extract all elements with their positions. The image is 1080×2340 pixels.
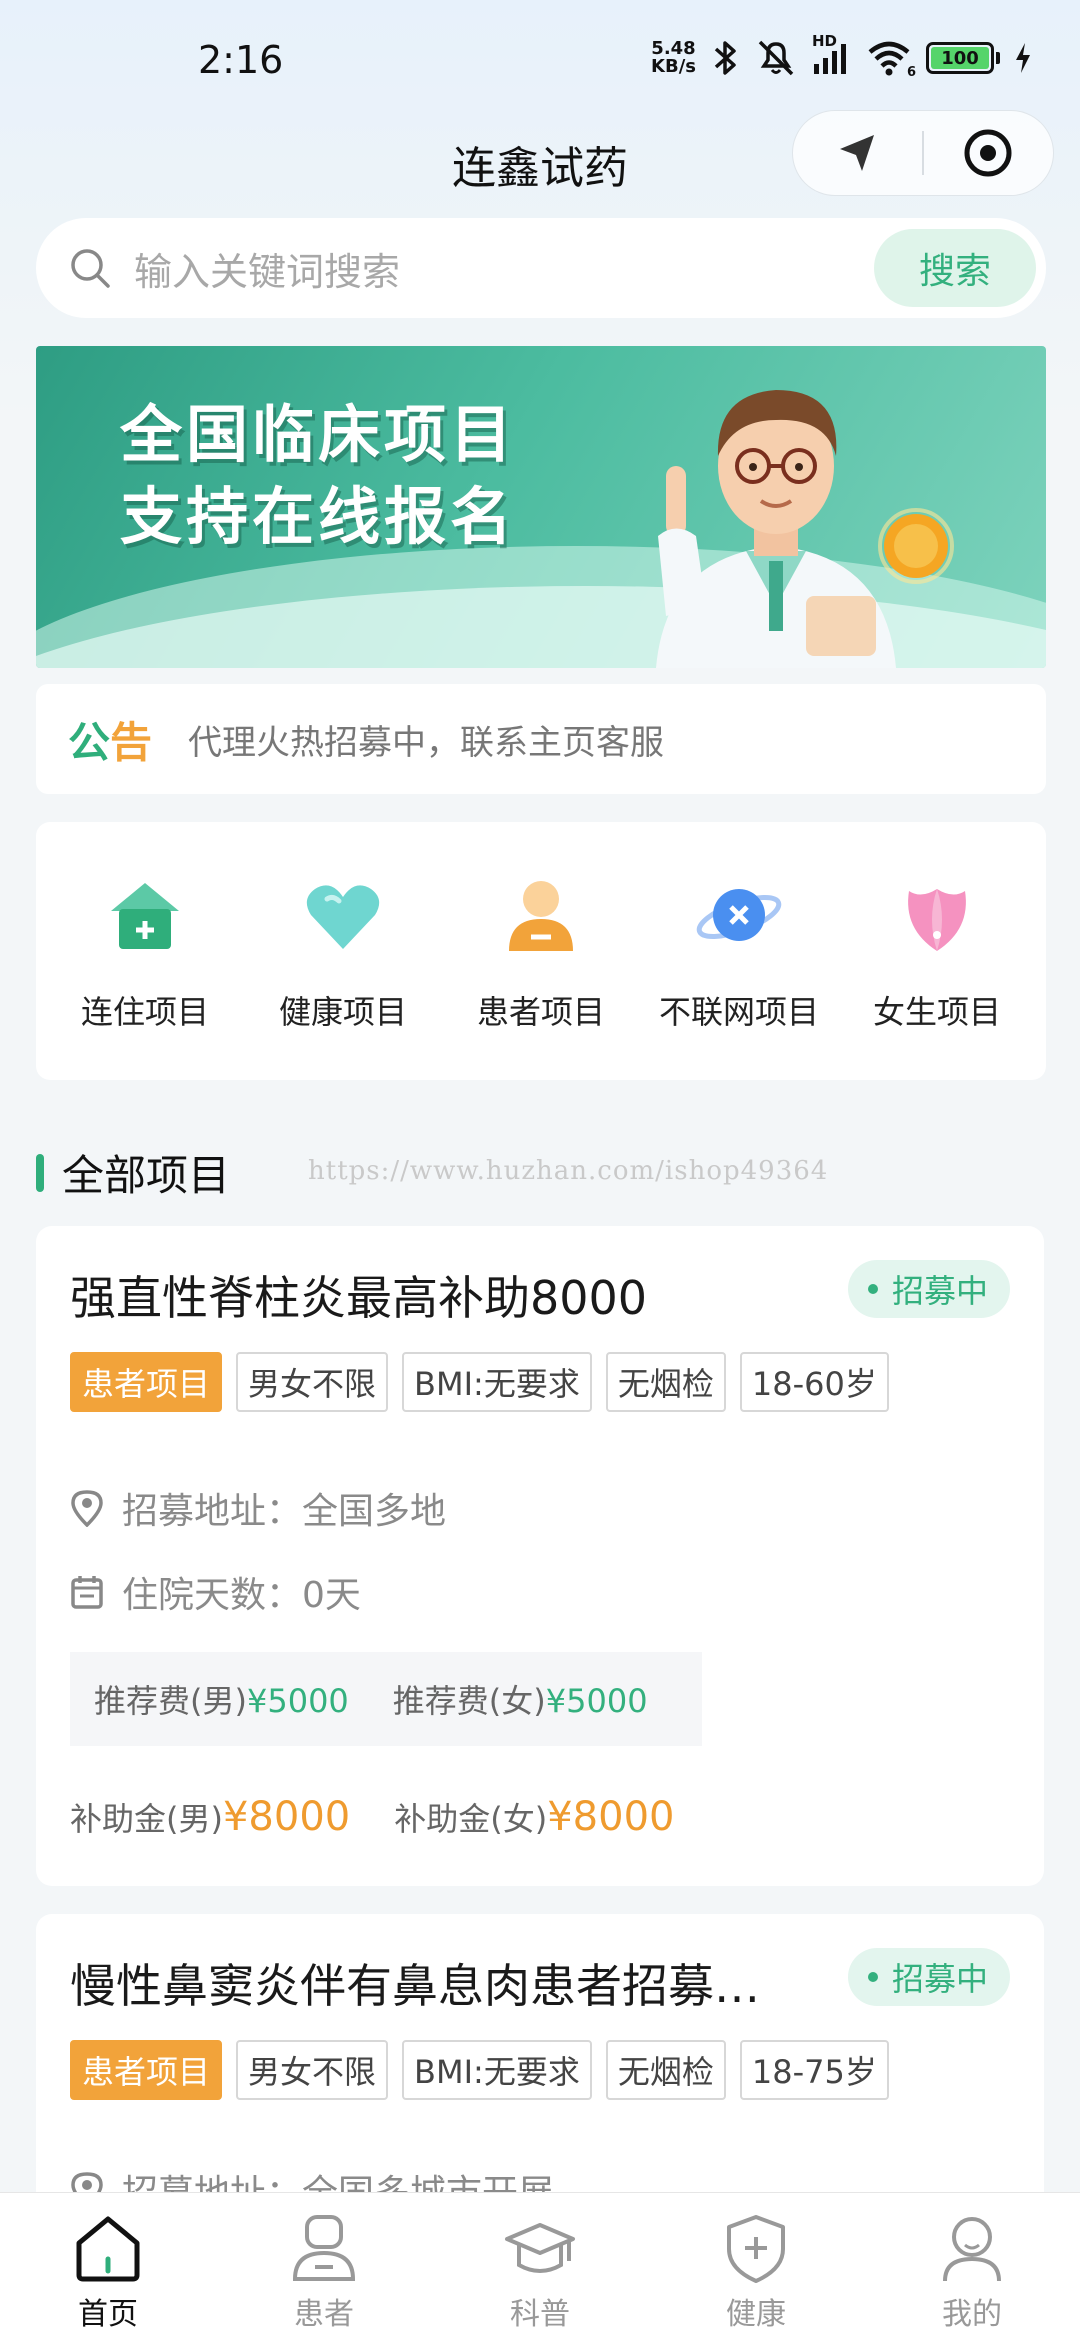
category-label: 健康项目 [278, 993, 407, 1031]
category-label: 连住项目 [80, 993, 209, 1031]
cell-signal: HD [812, 32, 852, 78]
battery-level: 100 [931, 47, 989, 69]
patient-icon [509, 881, 573, 951]
address-row: 招募地址： 全国多地 [70, 1482, 446, 1534]
status-badge: 招募中 [847, 1948, 1010, 2006]
status-badge: 招募中 [847, 1260, 1010, 1318]
battery: 100 [926, 42, 1000, 74]
planet-x-icon [696, 889, 782, 941]
search-icon [71, 249, 110, 288]
tag-smoking: 无烟检 [605, 2040, 726, 2100]
tag-smoking: 无烟检 [605, 1352, 726, 1412]
status-icons: 5.48 KB/s HD 6 100 [651, 32, 1032, 80]
wifi-icon [868, 41, 910, 76]
heart-icon [306, 885, 380, 949]
calendar-icon [71, 1576, 103, 1609]
search-bar[interactable]: 输入关键词搜索 搜索 [36, 218, 1046, 318]
doctor-illustration [656, 390, 896, 668]
banner-text: 全国临床项目 支持在线报名 [120, 394, 516, 558]
target-icon [964, 129, 1012, 177]
shield-plus-icon [727, 2215, 785, 2283]
project-card[interactable]: 强直性脊柱炎最高补助8000 招募中 患者项目 男女不限 BMI:无要求 无烟检… [36, 1226, 1044, 1886]
banner-line-2: 支持在线报名 [120, 480, 517, 553]
tag-age: 18-75岁 [739, 2040, 889, 2100]
navigation-arrow-icon [839, 135, 874, 171]
nav-label: 患者 [294, 2297, 354, 2332]
category-live-in[interactable]: 连住项目 [50, 869, 240, 1033]
referral-fee-female: 推荐费(女)¥5000 [392, 1682, 648, 1720]
status-time: 2:16 [198, 38, 284, 82]
referral-fee-male: 推荐费(男)¥5000 [94, 1682, 349, 1720]
bottom-nav: 首页 患者 科普 健康 我的 [0, 2192, 1080, 2340]
bluetooth-icon [714, 41, 736, 75]
coin-icon [878, 508, 954, 584]
location-button[interactable] [793, 110, 922, 196]
tag-type: 患者项目 [70, 2040, 223, 2100]
tag-bmi: BMI:无要求 [402, 1352, 592, 1412]
charging-icon [1016, 43, 1030, 73]
nav-label: 我的 [942, 2297, 1002, 2332]
home-icon [76, 2216, 140, 2282]
category-female[interactable]: 女生项目 [842, 869, 1032, 1033]
banner-line-1: 全国临床项目 [120, 398, 517, 471]
notice-tag: 公告 [68, 717, 153, 767]
nav-profile[interactable]: 我的 [864, 2211, 1080, 2333]
graduation-cap-icon [505, 2223, 575, 2273]
tag-bmi: BMI:无要求 [402, 2040, 592, 2100]
status-bar: 2:16 5.48 KB/s HD 6 100 [0, 0, 1080, 110]
patient-icon [292, 2215, 356, 2281]
search-button[interactable]: 搜索 [874, 229, 1036, 307]
house-plus-icon [111, 883, 179, 949]
wifi: 6 [866, 38, 916, 80]
status-dot [867, 1972, 878, 1982]
category-healthy[interactable]: 健康项目 [248, 869, 438, 1033]
project-title: 强直性脊柱炎最高补助8000 [70, 1271, 648, 1325]
subsidy-female: 补助金(女)¥8000 [394, 1794, 675, 1840]
category-patient[interactable]: 患者项目 [446, 869, 636, 1033]
notice-text: 代理火热招募中，联系主页客服 [188, 722, 665, 763]
subsidy-male: 补助金(男)¥8000 [70, 1794, 351, 1840]
net-speed: 5.48 KB/s [651, 38, 696, 77]
tag-gender: 男女不限 [236, 1352, 389, 1412]
referral-fee-box: 推荐费(男)¥5000 推荐费(女)¥5000 [70, 1652, 702, 1746]
nav-science[interactable]: 科普 [432, 2211, 648, 2333]
project-tags: 患者项目 男女不限 BMI:无要求 无烟检 18-75岁 [70, 2040, 889, 2100]
location-pin-icon [71, 1490, 103, 1527]
nav-health[interactable]: 健康 [648, 2211, 864, 2333]
category-grid: 连住项目 健康项目 患者项目 不联网项目 女生项目 [36, 822, 1046, 1080]
tag-gender: 男女不限 [236, 2040, 389, 2100]
category-label: 患者项目 [476, 993, 605, 1031]
section-header: 全部项目 [36, 1142, 230, 1203]
project-title: 慢性鼻窦炎伴有鼻息肉患者招募… [70, 1959, 760, 2013]
user-icon [943, 2217, 1001, 2282]
notice-bar[interactable]: 公告 代理火热招募中，联系主页客服 [36, 684, 1046, 794]
project-tags: 患者项目 男女不限 BMI:无要求 无烟检 18-60岁 [70, 1352, 889, 1412]
nav-label: 科普 [510, 2297, 570, 2332]
tulip-icon [908, 889, 966, 951]
category-offline[interactable]: 不联网项目 [644, 869, 834, 1033]
tag-age: 18-60岁 [739, 1352, 889, 1412]
mute-bell-icon [758, 40, 794, 76]
watermark: https://www.huzhan.com/ishop49364 [308, 1156, 829, 1186]
subsidy-row: 补助金(男)¥8000 补助金(女)¥8000 [70, 1794, 674, 1840]
category-label: 不联网项目 [658, 993, 819, 1031]
section-accent-bar [36, 1153, 44, 1192]
mini-program-capsule [792, 110, 1054, 196]
days-row: 住院天数： 0天 [70, 1566, 361, 1618]
close-program-button[interactable] [924, 110, 1053, 196]
tag-type: 患者项目 [70, 1352, 223, 1412]
nav-label: 首页 [78, 2297, 138, 2332]
nav-home[interactable]: 首页 [0, 2211, 216, 2333]
nav-patient[interactable]: 患者 [216, 2211, 432, 2333]
promo-banner[interactable]: 全国临床项目 支持在线报名 [36, 346, 1046, 668]
search-input[interactable]: 输入关键词搜索 [134, 241, 874, 296]
nav-label: 健康 [726, 2297, 786, 2332]
category-label: 女生项目 [872, 993, 1001, 1031]
status-dot [867, 1284, 878, 1294]
section-title: 全部项目 [62, 1151, 231, 1200]
